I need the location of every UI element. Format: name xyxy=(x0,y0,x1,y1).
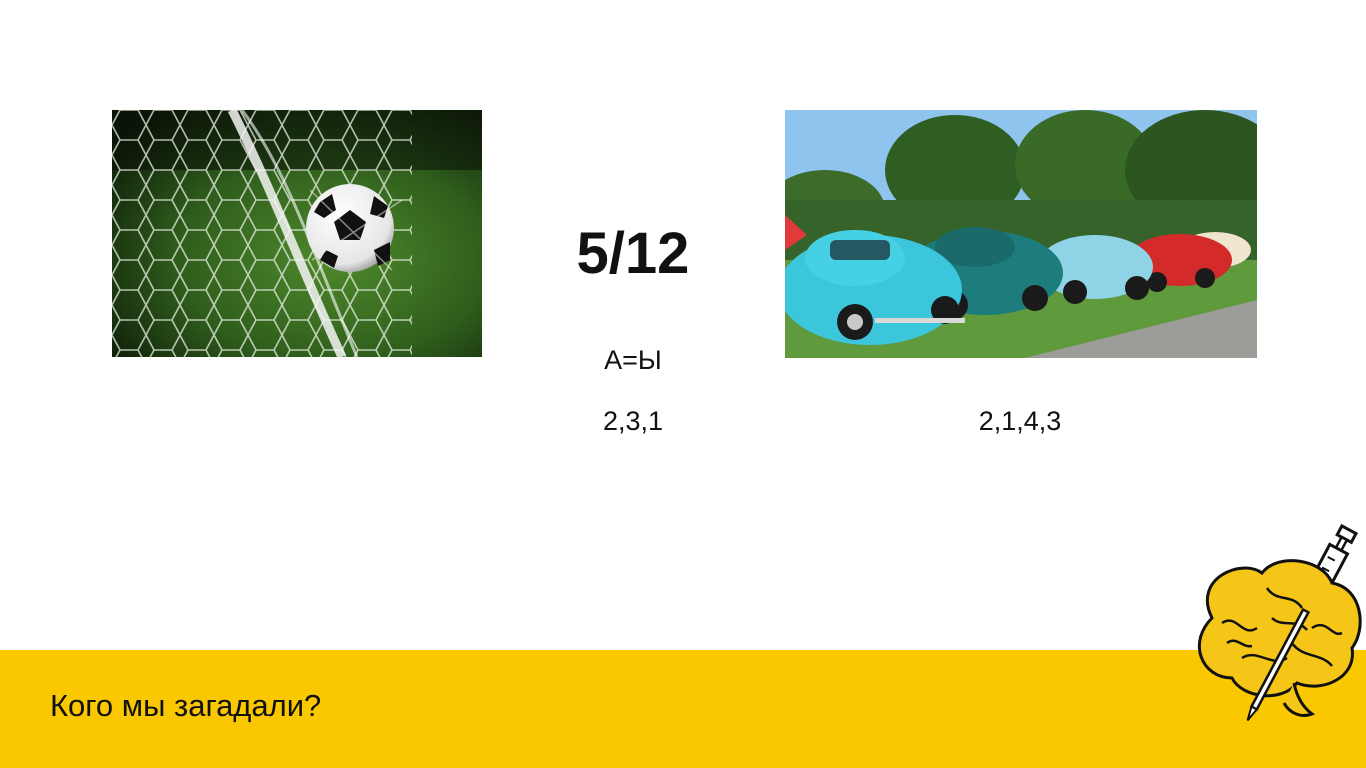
letter-substitution-hint: А=Ы xyxy=(604,345,662,375)
question-text: Кого мы загадали? xyxy=(50,688,322,723)
slide: 5/12 А=Ы 2,3,1 2,1,4,3 Кого мы загадали? xyxy=(0,0,1366,768)
left-word-order-hint: 2,3,1 xyxy=(602,406,664,436)
beetle-cars-photo xyxy=(785,110,1257,358)
right-word-order-hint: 2,1,4,3 xyxy=(978,406,1062,436)
brain-syringe-logo xyxy=(1182,518,1366,738)
question-counter: 5/12 xyxy=(576,221,690,286)
beetle-cars-image xyxy=(785,110,1257,358)
soccer-ball-photo xyxy=(112,110,482,357)
soccer-ball-image xyxy=(112,110,482,357)
brain-icon xyxy=(1197,523,1362,722)
